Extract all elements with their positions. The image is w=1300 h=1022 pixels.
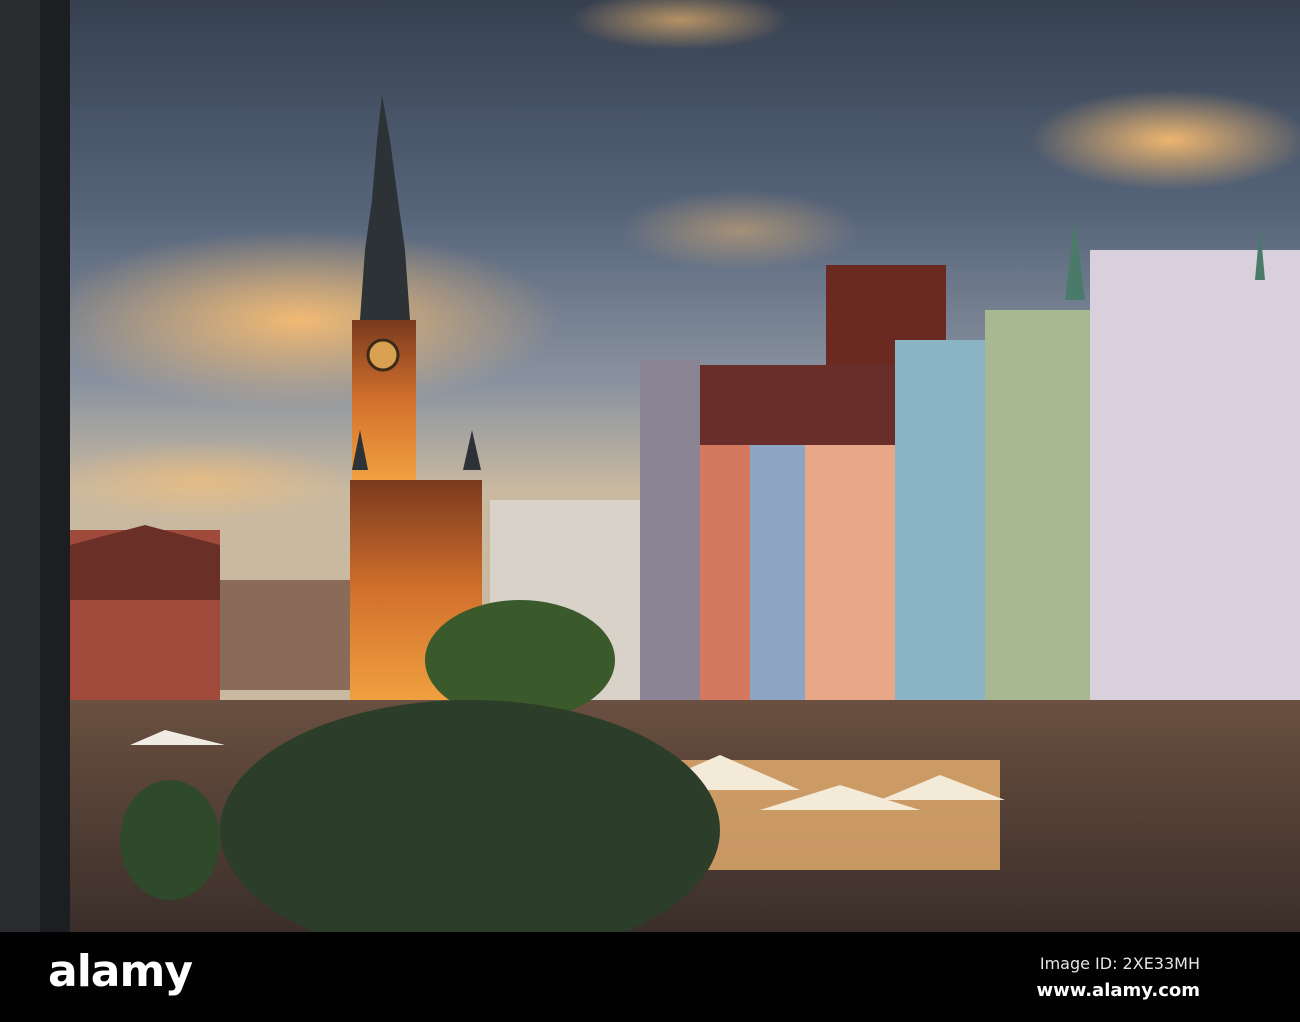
image-id: Image ID: 2XE33MH bbox=[1039, 954, 1200, 973]
watermark-bar: alamy Image ID: 2XE33MH www.alamy.com bbox=[0, 932, 1300, 1022]
website-url: www.alamy.com bbox=[1036, 980, 1200, 1001]
alamy-logo: alamy bbox=[48, 946, 193, 997]
city-photo bbox=[0, 0, 1300, 932]
left-wall bbox=[0, 0, 70, 932]
